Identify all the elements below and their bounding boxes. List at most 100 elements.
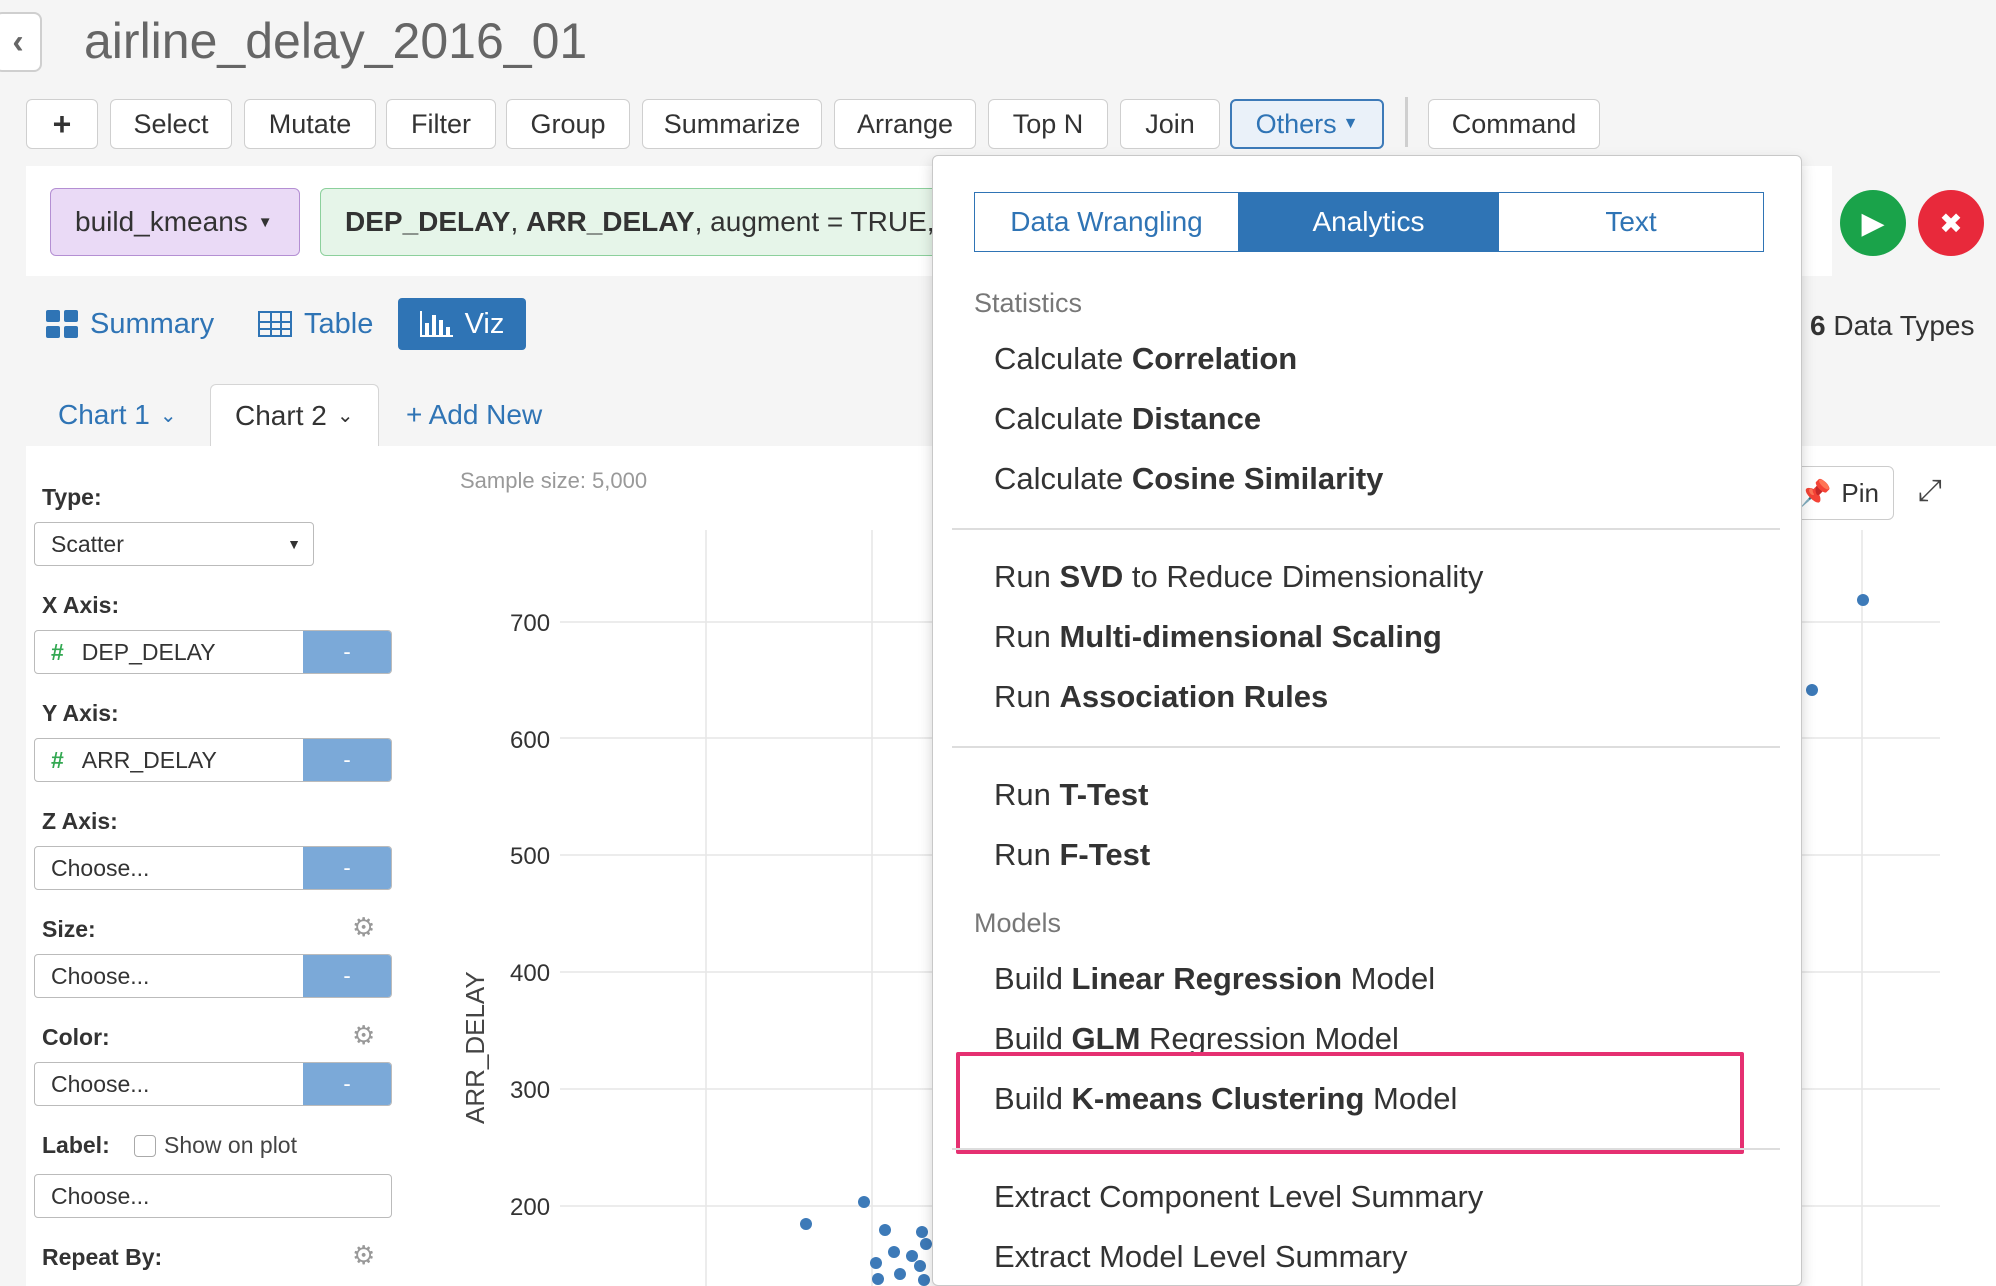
data-point [870, 1257, 882, 1269]
tab-chart-2[interactable]: Chart 2 ⌄ [210, 384, 379, 446]
caret-down-icon: ▼ [287, 536, 301, 552]
data-point [918, 1274, 930, 1286]
menu-item-association-rules[interactable]: Run Association Rules [994, 679, 1328, 715]
menu-item-component-summary[interactable]: Extract Component Level Summary [994, 1179, 1483, 1215]
group-button[interactable]: Group [506, 99, 630, 149]
command-button[interactable]: Command [1428, 99, 1600, 149]
y-axis-label: Y Axis: [42, 700, 119, 726]
argument-rest: , augment = TRUE, [694, 206, 935, 237]
arguments-input[interactable]: DEP_DELAY, ARR_DELAY, augment = TRUE, [320, 188, 960, 256]
data-point [872, 1273, 884, 1285]
menu-item-model-summary[interactable]: Extract Model Level Summary [994, 1239, 1407, 1275]
arrange-button[interactable]: Arrange [834, 99, 976, 149]
mutate-button[interactable]: Mutate [244, 99, 376, 149]
close-icon: ✖ [1939, 207, 1963, 239]
tab-chart-1[interactable]: Chart 1 ⌄ [58, 384, 177, 446]
x-axis-function-button[interactable]: - [303, 631, 391, 673]
argument-separator: , [510, 206, 527, 237]
color-function-button[interactable]: - [303, 1063, 391, 1105]
y-axis-title: ARR_DELAY [460, 971, 490, 1124]
menu-item-text: Run [994, 679, 1060, 714]
menu-item-text: Run [994, 777, 1060, 812]
argument-dep-delay: DEP_DELAY [345, 206, 511, 237]
y-tick-label: 600 [510, 727, 551, 754]
add-new-chart-link[interactable]: + Add New [406, 384, 542, 446]
tab-analytics[interactable]: Analytics [1239, 193, 1499, 251]
z-axis-function-button[interactable]: - [303, 847, 391, 889]
show-on-plot-checkbox[interactable] [134, 1134, 156, 1157]
run-button[interactable]: ▶ [1840, 190, 1906, 256]
top-n-button[interactable]: Top N [988, 99, 1108, 149]
menu-section-models: Models [974, 908, 1062, 938]
x-axis-field[interactable]: # DEP_DELAY - [34, 630, 392, 674]
toolbar-divider [1405, 97, 1408, 147]
filter-button[interactable]: Filter [386, 99, 496, 149]
data-point [879, 1224, 891, 1236]
x-axis-label: X Axis: [42, 592, 120, 618]
color-settings-gear-icon[interactable]: ⚙ [352, 1020, 375, 1051]
data-point [916, 1226, 928, 1238]
size-function-button[interactable]: - [303, 955, 391, 997]
menu-item-text: Build [994, 1021, 1072, 1056]
menu-item-svd[interactable]: Run SVD to Reduce Dimensionality [994, 559, 1483, 595]
tab-table-label: Table [304, 307, 374, 340]
function-selector[interactable]: build_kmeans ▼ [50, 188, 300, 256]
play-icon: ▶ [1861, 206, 1885, 240]
menu-item-mds[interactable]: Run Multi-dimensional Scaling [994, 619, 1442, 655]
menu-item-linear-regression[interactable]: Build Linear Regression Model [994, 961, 1435, 997]
y-tick-label: 200 [510, 1194, 551, 1221]
z-axis-field[interactable]: Choose... - [34, 846, 392, 890]
y-axis-function-button[interactable]: - [303, 739, 391, 781]
others-dropdown-button[interactable]: Others ▼ [1230, 99, 1384, 149]
label-value: Choose... [51, 1182, 150, 1209]
menu-divider [952, 1148, 1780, 1150]
add-step-button[interactable]: + [26, 99, 98, 149]
pin-label: Pin [1841, 477, 1879, 508]
tab-viz-label: Viz [464, 307, 505, 340]
summarize-button[interactable]: Summarize [642, 99, 822, 149]
select-button[interactable]: Select [110, 99, 232, 149]
tab-summary[interactable]: Summary [46, 298, 214, 350]
show-on-plot-option[interactable]: Show on plot [134, 1132, 297, 1159]
data-types-count[interactable]: 6 Data Types [1810, 310, 1974, 342]
expand-icon[interactable]: ⤢ [1918, 474, 1942, 508]
cancel-button[interactable]: ✖ [1918, 190, 1984, 256]
data-point [858, 1196, 870, 1208]
data-point [800, 1218, 812, 1230]
y-tick-label: 500 [510, 843, 551, 870]
x-axis-value: DEP_DELAY [81, 638, 216, 665]
y-tick-label: 700 [510, 610, 551, 637]
chevron-left-icon: ‹ [12, 22, 24, 61]
menu-item-t-test[interactable]: Run T-Test [994, 777, 1148, 813]
menu-item-f-test[interactable]: Run F-Test [994, 837, 1150, 873]
chevron-down-icon: ⌄ [336, 405, 354, 427]
tab-table[interactable]: Table [258, 298, 373, 350]
size-value: Choose... [51, 962, 150, 989]
sample-size-text: Sample size: 5,000 [460, 468, 648, 493]
menu-item-distance[interactable]: Calculate Distance [994, 401, 1261, 437]
menu-item-cosine-similarity[interactable]: Calculate Cosine Similarity [994, 461, 1383, 497]
label-select[interactable]: Choose... [34, 1174, 392, 1218]
tab-viz[interactable]: Viz [398, 298, 526, 350]
page-title: airline_delay_2016_01 [84, 13, 588, 69]
tab-chart-1-label: Chart 1 [58, 399, 150, 430]
join-button[interactable]: Join [1120, 99, 1220, 149]
y-axis-field[interactable]: # ARR_DELAY - [34, 738, 392, 782]
size-settings-gear-icon[interactable]: ⚙ [352, 912, 375, 943]
tab-data-wrangling[interactable]: Data Wrangling [975, 193, 1239, 251]
menu-divider [952, 746, 1780, 748]
show-on-plot-label: Show on plot [164, 1132, 297, 1158]
menu-item-text: Calculate [994, 341, 1132, 376]
data-point [894, 1268, 906, 1280]
size-field[interactable]: Choose... - [34, 954, 392, 998]
tab-text[interactable]: Text [1499, 193, 1763, 251]
type-label: Type: [42, 484, 102, 510]
menu-item-text: Regression Model [1140, 1021, 1399, 1056]
chart-type-select[interactable]: Scatter ▼ [34, 522, 314, 566]
repeat-by-settings-gear-icon[interactable]: ⚙ [352, 1240, 375, 1271]
back-button[interactable]: ‹ [0, 12, 42, 72]
color-field[interactable]: Choose... - [34, 1062, 392, 1106]
data-point [920, 1238, 932, 1250]
menu-item-correlation[interactable]: Calculate Correlation [994, 341, 1297, 377]
label-label: Label: [42, 1132, 110, 1158]
